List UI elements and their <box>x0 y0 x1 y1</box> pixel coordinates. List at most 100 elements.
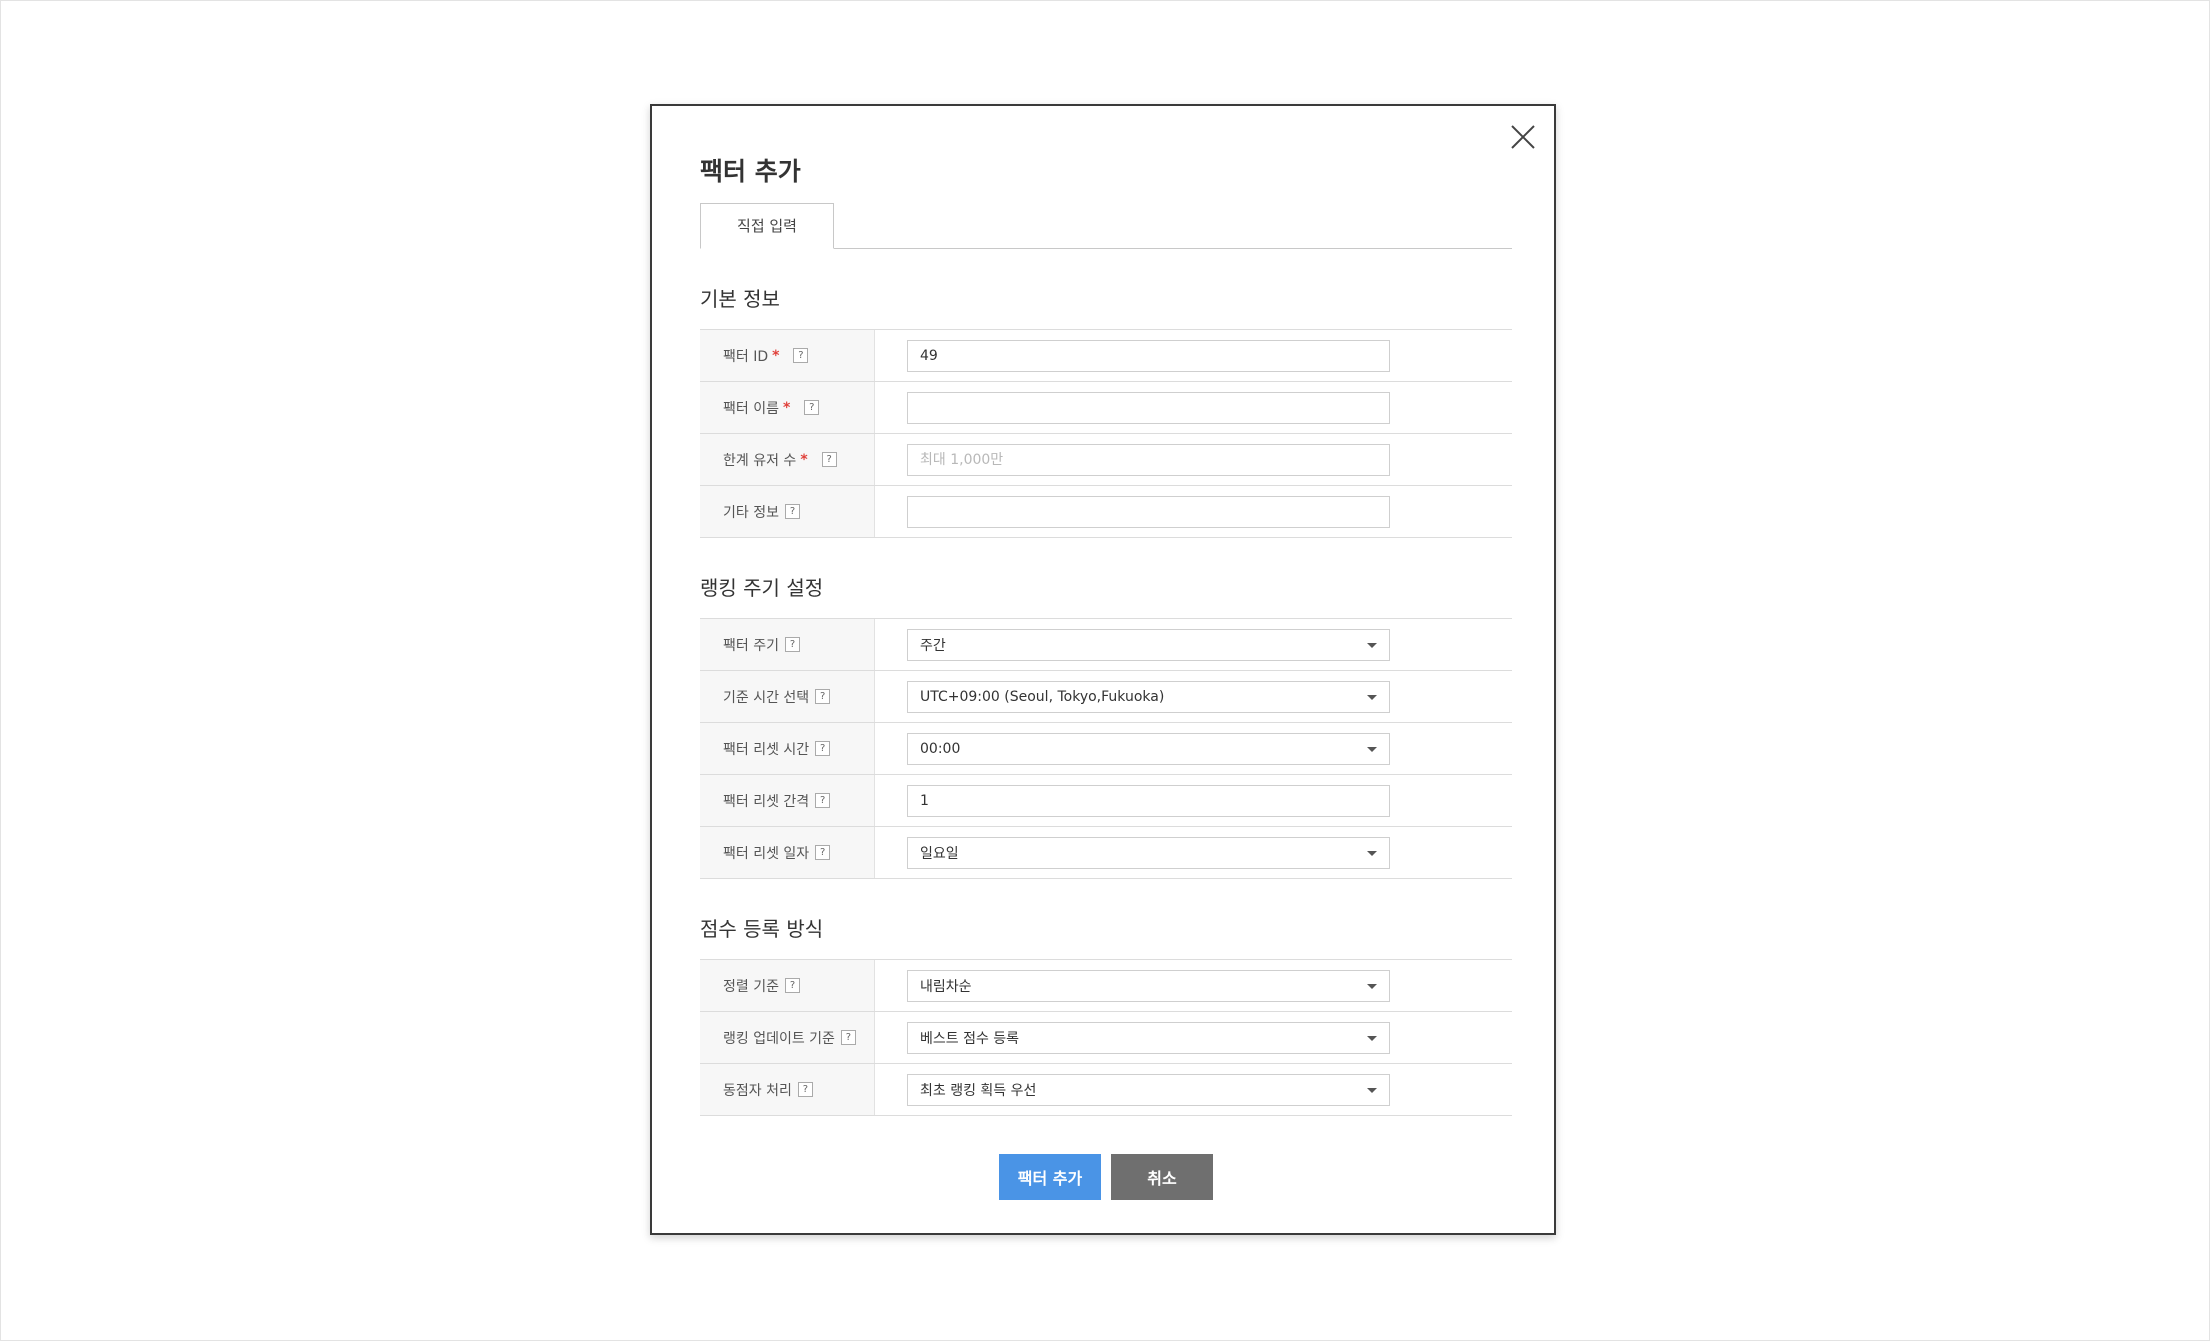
field-label: 팩터 리셋 일자 <box>723 845 810 862</box>
form-table-ranking-cycle: 팩터 주기 ? 주간 기준 시간 선택 ? UTC+09:00 (Seoul, … <box>700 618 1512 879</box>
section-title-ranking-cycle: 랭킹 주기 설정 <box>700 576 824 600</box>
field-value-cell: 00:00 <box>875 723 1512 774</box>
field-value-cell <box>875 382 1512 433</box>
caret-down-icon <box>1367 983 1377 989</box>
help-icon[interactable]: ? <box>784 504 800 519</box>
tab-bar: 직접 입력 <box>700 202 1512 249</box>
field-value-cell: 내림차순 <box>875 960 1512 1011</box>
help-icon[interactable]: ? <box>815 793 831 808</box>
user-limit-input[interactable] <box>907 443 1390 476</box>
factor-cycle-select[interactable]: 주간 <box>907 628 1390 661</box>
form-table-score-method: 정렬 기준 ? 내림차순 랭킹 업데이트 기준 ? 베스트 점수 등록 동점자 … <box>700 959 1512 1116</box>
help-icon[interactable]: ? <box>784 637 800 652</box>
form-row-factor-name: 팩터 이름 * ? <box>700 382 1512 434</box>
section-title-score-method: 점수 등록 방식 <box>700 917 824 941</box>
help-icon[interactable]: ? <box>804 400 820 415</box>
form-row-timezone: 기준 시간 선택 ? UTC+09:00 (Seoul, Tokyo,Fukuo… <box>700 671 1512 723</box>
caret-down-icon <box>1367 642 1377 648</box>
form-row-reset-day: 팩터 리셋 일자 ? 일요일 <box>700 827 1512 879</box>
field-label-cell: 팩터 리셋 시간 ? <box>700 723 875 774</box>
field-label-cell: 랭킹 업데이트 기준 ? <box>700 1012 875 1063</box>
field-label: 팩터 ID <box>723 348 769 365</box>
form-row-factor-id: 팩터 ID * ? <box>700 330 1512 382</box>
field-label: 기준 시간 선택 <box>723 689 810 706</box>
select-value: UTC+09:00 (Seoul, Tokyo,Fukuoka) <box>920 688 1165 705</box>
field-value-cell: 최초 랭킹 획득 우선 <box>875 1064 1512 1115</box>
help-icon[interactable]: ? <box>840 1030 856 1045</box>
close-button[interactable] <box>1508 122 1538 152</box>
form-row-sort-order: 정렬 기준 ? 내림차순 <box>700 960 1512 1012</box>
dialog-actions: 팩터 추가 취소 <box>700 1154 1512 1200</box>
field-label: 팩터 이름 <box>723 400 779 417</box>
timezone-select[interactable]: UTC+09:00 (Seoul, Tokyo,Fukuoka) <box>907 680 1390 713</box>
field-label-cell: 한계 유저 수 * ? <box>700 434 875 485</box>
field-value-cell <box>875 775 1512 826</box>
tab-direct-input[interactable]: 직접 입력 <box>700 203 834 249</box>
form-row-extra-info: 기타 정보 ? <box>700 486 1512 538</box>
field-label-cell: 팩터 주기 ? <box>700 619 875 670</box>
field-label: 한계 유저 수 <box>723 452 797 469</box>
dialog-content: 팩터 추가 직접 입력 기본 정보 팩터 ID * ? 팩터 이름 * <box>700 154 1512 1200</box>
field-label: 동점자 처리 <box>723 1082 792 1099</box>
caret-down-icon <box>1367 746 1377 752</box>
field-label-cell: 기타 정보 ? <box>700 486 875 537</box>
reset-interval-input[interactable] <box>907 784 1390 817</box>
field-value-cell <box>875 330 1512 381</box>
field-label: 팩터 리셋 시간 <box>723 741 810 758</box>
field-label-cell: 팩터 이름 * ? <box>700 382 875 433</box>
form-row-factor-cycle: 팩터 주기 ? 주간 <box>700 619 1512 671</box>
help-icon[interactable]: ? <box>815 689 831 704</box>
reset-time-select[interactable]: 00:00 <box>907 732 1390 765</box>
select-value: 일요일 <box>920 845 959 862</box>
section-title-basic-info: 기본 정보 <box>700 287 780 311</box>
field-label: 기타 정보 <box>723 504 779 521</box>
caret-down-icon <box>1367 850 1377 856</box>
caret-down-icon <box>1367 1087 1377 1093</box>
form-row-reset-interval: 팩터 리셋 간격 ? <box>700 775 1512 827</box>
dialog-title: 팩터 추가 <box>700 157 801 186</box>
field-label: 팩터 리셋 간격 <box>723 793 810 810</box>
help-icon[interactable]: ? <box>821 452 837 467</box>
close-icon[interactable] <box>1508 122 1538 152</box>
factor-id-input[interactable] <box>907 339 1390 372</box>
add-factor-dialog: 팩터 추가 직접 입력 기본 정보 팩터 ID * ? 팩터 이름 * <box>650 104 1556 1235</box>
field-value-cell <box>875 434 1512 485</box>
field-value-cell: 베스트 점수 등록 <box>875 1012 1512 1063</box>
caret-down-icon <box>1367 694 1377 700</box>
field-label: 랭킹 업데이트 기준 <box>723 1030 835 1047</box>
field-value-cell: 일요일 <box>875 827 1512 878</box>
help-icon[interactable]: ? <box>793 348 809 363</box>
extra-info-input[interactable] <box>907 495 1390 528</box>
field-label-cell: 팩터 리셋 간격 ? <box>700 775 875 826</box>
factor-name-input[interactable] <box>907 391 1390 424</box>
field-value-cell <box>875 486 1512 537</box>
select-value: 최초 랭킹 획득 우선 <box>920 1082 1037 1099</box>
sort-order-select[interactable]: 내림차순 <box>907 969 1390 1002</box>
field-label: 정렬 기준 <box>723 978 779 995</box>
help-icon[interactable]: ? <box>815 845 831 860</box>
select-value: 00:00 <box>920 740 961 757</box>
reset-day-select[interactable]: 일요일 <box>907 836 1390 869</box>
form-table-basic-info: 팩터 ID * ? 팩터 이름 * ? <box>700 329 1512 538</box>
tie-rule-select[interactable]: 최초 랭킹 획득 우선 <box>907 1073 1390 1106</box>
add-factor-button[interactable]: 팩터 추가 <box>999 1154 1101 1200</box>
form-row-user-limit: 한계 유저 수 * ? <box>700 434 1512 486</box>
field-label-cell: 팩터 리셋 일자 ? <box>700 827 875 878</box>
field-label-cell: 동점자 처리 ? <box>700 1064 875 1115</box>
form-row-tie-rule: 동점자 처리 ? 최초 랭킹 획득 우선 <box>700 1064 1512 1116</box>
field-value-cell: UTC+09:00 (Seoul, Tokyo,Fukuoka) <box>875 671 1512 722</box>
field-label-cell: 팩터 ID * ? <box>700 330 875 381</box>
cancel-button[interactable]: 취소 <box>1111 1154 1213 1200</box>
help-icon[interactable]: ? <box>797 1082 813 1097</box>
select-value: 베스트 점수 등록 <box>920 1030 1020 1047</box>
update-rule-select[interactable]: 베스트 점수 등록 <box>907 1021 1390 1054</box>
help-icon[interactable]: ? <box>784 978 800 993</box>
select-value: 주간 <box>920 637 946 654</box>
field-label-cell: 정렬 기준 ? <box>700 960 875 1011</box>
field-value-cell: 주간 <box>875 619 1512 670</box>
help-icon[interactable]: ? <box>815 741 831 756</box>
required-mark: * <box>800 451 808 468</box>
required-mark: * <box>772 347 780 364</box>
select-value: 내림차순 <box>920 978 972 995</box>
form-row-reset-time: 팩터 리셋 시간 ? 00:00 <box>700 723 1512 775</box>
